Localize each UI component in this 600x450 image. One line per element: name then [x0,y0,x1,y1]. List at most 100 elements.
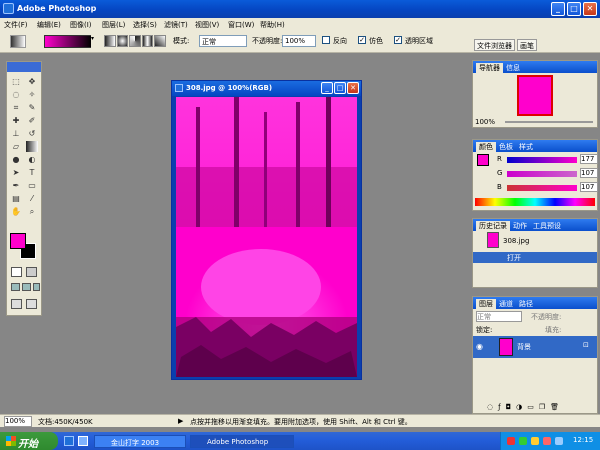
canvas-image[interactable] [176,97,357,377]
history-brush-icon[interactable]: ↺ [26,128,38,139]
imageready-icon[interactable] [11,299,22,309]
quicklaunch-desktop-icon[interactable] [78,436,88,446]
menu-image[interactable]: 图像(I) [70,20,92,30]
radial-gradient-icon[interactable] [116,35,129,47]
g-slider[interactable] [507,171,577,177]
slice-tool-icon[interactable]: ✎ [26,102,38,113]
type-tool-icon[interactable]: T [26,167,38,178]
gradient-tool-icon[interactable] [26,141,38,152]
tab-actions[interactable]: 动作 [510,221,530,231]
crop-tool-icon[interactable]: ⌗ [10,102,22,113]
trash-icon[interactable]: 🗑 [550,403,559,411]
zoom-slider[interactable] [505,121,593,123]
tab-info[interactable]: 信息 [503,63,523,73]
status-doc-info[interactable]: 文档:450K/450K [38,417,93,427]
navigator-zoom[interactable]: 100% [475,118,495,126]
tab-history[interactable]: 历史记录 [476,221,510,231]
move-tool-icon[interactable]: ✥ [26,76,38,87]
fullscreen-icon[interactable] [33,283,40,291]
healing-brush-icon[interactable]: ✚ [10,115,22,126]
tray-network-icon[interactable] [519,437,527,445]
standard-mode-icon[interactable] [11,267,22,277]
tray-security-icon[interactable] [507,437,515,445]
mode-select[interactable]: 正常 [199,35,247,47]
navigator-thumbnail[interactable] [517,75,553,116]
history-step-open[interactable]: 打开 [473,252,597,263]
zoom-tool-icon[interactable]: ⌕ [26,206,38,217]
layer-blend-mode[interactable]: 正常 [476,311,522,322]
tab-color[interactable]: 颜色 [476,142,496,152]
document-window[interactable]: 308.jpg @ 100%(RGB) _ □ ✕ [171,80,362,380]
magic-wand-icon[interactable]: ✧ [26,89,38,100]
r-value[interactable]: 177 [580,154,598,164]
dodge-tool-icon[interactable]: ◐ [26,154,38,165]
taskbar-item-typing[interactable]: 金山打字 2003 [94,435,186,448]
hand-tool-icon[interactable]: ✋ [10,206,22,217]
angle-gradient-icon[interactable] [129,35,141,47]
reflected-gradient-icon[interactable] [141,35,154,47]
linear-gradient-icon[interactable] [104,35,116,47]
doc-close-button[interactable]: ✕ [347,82,359,94]
clone-stamp-icon[interactable]: ⊥ [10,128,22,139]
status-zoom[interactable]: 100% [4,416,32,427]
close-button[interactable]: ✕ [583,2,597,16]
menu-window[interactable]: 窗口(W) [228,20,254,30]
tab-layers[interactable]: 图层 [476,299,496,309]
menu-file[interactable]: 文件(F) [4,20,28,30]
menu-layer[interactable]: 图层(L) [102,20,125,30]
tab-brushes[interactable]: 画笔 [517,39,537,51]
notes-tool-icon[interactable]: ▤ [10,193,22,204]
gradient-picker[interactable] [44,35,92,48]
r-slider[interactable] [507,157,577,163]
tray-ime-icon[interactable] [555,437,563,445]
maximize-button[interactable]: □ [567,2,581,16]
g-value[interactable]: 107 [580,168,598,178]
minimize-button[interactable]: _ [551,2,565,16]
jump-to-icon[interactable] [26,299,37,309]
fullscreen-menu-icon[interactable] [22,283,31,291]
eyedropper-icon[interactable]: ⁄ [26,193,38,204]
pen-tool-icon[interactable]: ✒ [10,180,22,191]
quickmask-mode-icon[interactable] [26,267,37,277]
quicklaunch-ie-icon[interactable] [64,436,74,446]
lasso-tool-icon[interactable]: ◌ [10,89,22,100]
history-snapshot-name[interactable]: 308.jpg [503,237,529,245]
foreground-color-swatch-front[interactable] [10,233,26,249]
shape-tool-icon[interactable]: ▭ [26,180,38,191]
path-select-icon[interactable]: ➤ [10,167,22,178]
fg-color-chip[interactable] [477,154,489,166]
b-slider[interactable] [507,185,577,191]
tab-file-browser[interactable]: 文件浏览器 [474,39,515,51]
new-layer-icon[interactable]: ❐ [539,403,545,411]
opacity-input[interactable]: 100% [282,35,316,47]
doc-minimize-button[interactable]: _ [321,82,333,94]
tab-channels[interactable]: 通道 [496,299,516,309]
diamond-gradient-icon[interactable] [154,35,166,47]
link-layers-icon[interactable]: ◌ [487,403,493,411]
gradient-tool-icon[interactable] [10,35,26,48]
adjustment-layer-icon[interactable]: ◑ [516,403,522,411]
chevron-down-icon[interactable]: ▾ [91,35,95,48]
reverse-checkbox[interactable] [322,36,330,44]
eye-visibility-icon[interactable]: ◉ [476,342,483,351]
taskbar-item-photoshop[interactable]: Adobe Photoshop [190,435,294,448]
eraser-tool-icon[interactable]: ▱ [10,141,22,152]
b-value[interactable]: 107 [580,182,598,192]
dither-checkbox[interactable]: ✓ [358,36,366,44]
tray-volume-icon[interactable] [531,437,539,445]
layer-style-icon[interactable]: ƒ [498,403,500,411]
transparency-checkbox[interactable]: ✓ [394,36,402,44]
doc-maximize-button[interactable]: □ [334,82,346,94]
blur-tool-icon[interactable]: ● [10,154,22,165]
menu-filter[interactable]: 滤镜(T) [164,20,188,30]
marquee-tool-icon[interactable]: ⬚ [10,76,22,87]
tray-app-icon[interactable] [543,437,551,445]
tab-paths[interactable]: 路径 [516,299,536,309]
menu-help[interactable]: 帮助(H) [260,20,285,30]
layer-name[interactable]: 背景 [517,342,531,352]
menu-select[interactable]: 选择(S) [133,20,157,30]
snapshot-thumbnail[interactable] [487,232,499,248]
color-ramp[interactable] [475,198,595,206]
screen-mode-icon[interactable] [11,283,20,291]
tab-tool-presets[interactable]: 工具预设 [530,221,564,231]
